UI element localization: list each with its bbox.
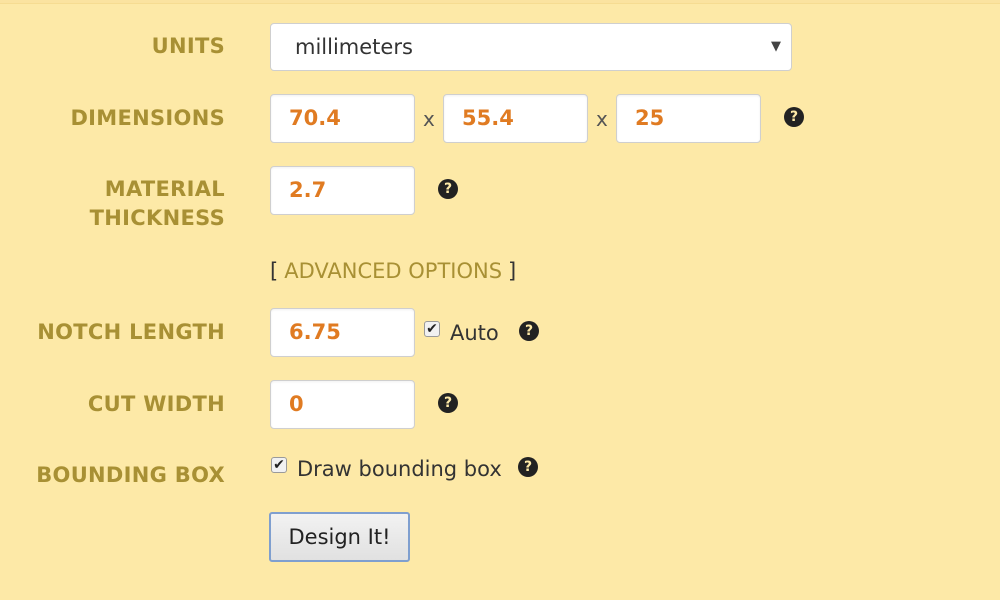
units-label: UNITS [151, 34, 225, 58]
advanced-options-toggle: [ADVANCED OPTIONS] [270, 258, 516, 284]
notch-length-input[interactable]: 6.75 [270, 308, 415, 357]
dimension-depth-input[interactable]: 55.4 [443, 94, 588, 143]
cut-width-label: CUT WIDTH [87, 392, 225, 416]
help-icon[interactable]: ? [519, 321, 539, 341]
top-border [0, 0, 1000, 4]
dimension-height-input[interactable]: 25 [616, 94, 761, 143]
bracket-open: [ [270, 259, 279, 283]
notch-length-label: NOTCH LENGTH [37, 320, 225, 344]
dimensions-label: DIMENSIONS [70, 106, 225, 130]
units-select[interactable]: millimeters ▼ [270, 23, 792, 71]
bounding-box-label: BOUNDING BOX [36, 463, 225, 487]
material-thickness-label-line2: THICKNESS [89, 206, 225, 230]
dimension-separator: x [423, 107, 435, 131]
advanced-options-link[interactable]: ADVANCED OPTIONS [284, 259, 502, 283]
help-icon[interactable]: ? [438, 393, 458, 413]
cut-width-input[interactable]: 0 [270, 380, 415, 429]
help-icon[interactable]: ? [518, 457, 538, 477]
help-icon[interactable]: ? [438, 179, 458, 199]
help-icon[interactable]: ? [784, 107, 804, 127]
design-it-button[interactable]: Design It! [269, 512, 410, 562]
material-thickness-input[interactable]: 2.7 [270, 166, 415, 215]
auto-checkbox-label[interactable]: Auto [450, 320, 499, 346]
chevron-down-icon: ▼ [771, 39, 781, 54]
draw-bounding-box-label[interactable]: Draw bounding box [297, 456, 502, 482]
units-value: millimeters [295, 35, 413, 59]
draw-bounding-box-checkbox[interactable]: ✔ [271, 457, 287, 473]
auto-checkbox[interactable]: ✔ [424, 321, 440, 337]
material-thickness-label-line1: MATERIAL [104, 177, 225, 201]
dimension-separator: x [596, 107, 608, 131]
bracket-close: ] [508, 259, 517, 283]
dimension-width-input[interactable]: 70.4 [270, 94, 415, 143]
material-thickness-label: MATERIAL THICKNESS [90, 175, 225, 233]
